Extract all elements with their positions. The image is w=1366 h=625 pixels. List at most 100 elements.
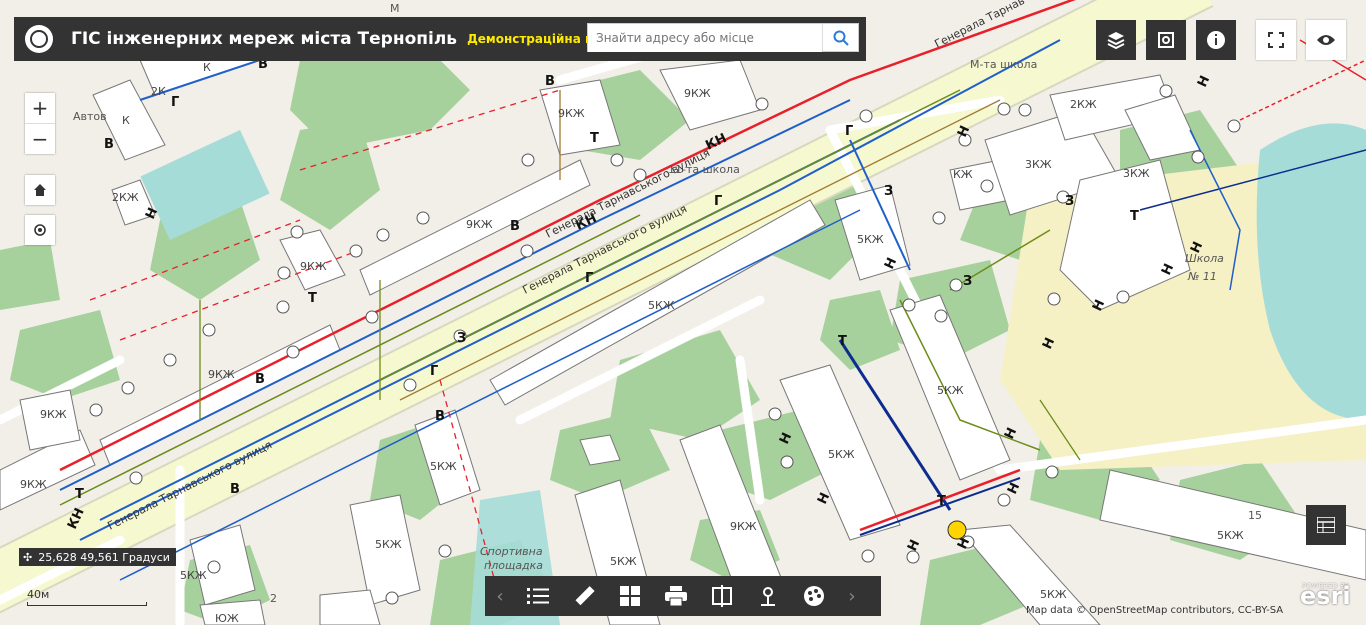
visibility-button[interactable] [1306,20,1346,60]
svg-text:5КЖ: 5КЖ [857,233,884,246]
svg-text:М-та школа: М-та школа [970,58,1037,71]
code-label: Г [845,124,853,139]
svg-text:5КЖ: 5КЖ [1040,588,1067,601]
code-label: Т [75,487,84,502]
app-title: ГІС інженерних мереж міста Тернопіль [71,29,458,49]
table-icon [1317,517,1335,533]
basemap-gallery-button[interactable] [607,576,653,616]
svg-text:9КЖ: 9КЖ [730,520,757,533]
svg-text:5КЖ: 5КЖ [430,460,457,473]
svg-text:К: К [203,61,211,74]
layers-button[interactable] [1096,20,1136,60]
swipe-icon [712,585,732,607]
layers-icon [1107,32,1125,50]
home-button[interactable] [25,175,55,205]
svg-text:9КЖ: 9КЖ [20,478,47,491]
zoom-in-button[interactable]: + [25,93,55,123]
svg-text:2КЖ: 2КЖ [1070,98,1097,111]
svg-text:5КЖ: 5КЖ [180,569,207,582]
svg-text:2КЖ: 2КЖ [112,191,139,204]
app-header: ГІС інженерних мереж міста Тернопіль Дем… [14,17,866,61]
print-button[interactable] [653,576,699,616]
map-canvas[interactable]: Н Г Т В КН З Г Г КН Н Н Н Н Н Н Н Т Т Т … [0,0,1366,625]
svg-text:М: М [390,2,400,15]
swipe-button[interactable] [699,576,745,616]
locate-icon [761,587,775,606]
svg-text:2К: 2К [151,85,166,98]
svg-text:3КЖ: 3КЖ [1025,158,1052,171]
svg-text:5КЖ: 5КЖ [1217,529,1244,542]
basemap-button[interactable] [1146,20,1186,60]
zoom-control: + − [25,93,55,154]
eye-icon [1317,35,1335,45]
list-icon [527,588,549,604]
info-icon [1207,31,1225,49]
toolbar-prev-button[interactable]: ‹ [485,576,515,616]
svg-text:9КЖ: 9КЖ [40,408,67,421]
coordinates-text: 25,628 49,561 Градуси [38,550,170,564]
svg-text:Школа: Школа [1185,252,1224,265]
print-icon [665,586,687,606]
svg-text:9КЖ: 9КЖ [208,368,235,381]
measure-button[interactable] [561,576,607,616]
svg-text:№ 11: № 11 [1187,270,1217,283]
code-label: Г [171,95,179,110]
basemap-icon [1158,32,1174,48]
scale-label: 40м [27,588,50,601]
svg-text:площадка: площадка [484,559,543,572]
list-button[interactable] [515,576,561,616]
fullscreen-icon [1268,32,1284,48]
svg-text:15: 15 [1248,509,1262,522]
locate-button[interactable] [25,215,55,245]
svg-text:Автов: Автов [73,110,107,123]
svg-text:5КЖ: 5КЖ [828,448,855,461]
next-arrow-icon: › [848,585,856,607]
svg-text:ЮЖ: ЮЖ [215,612,239,625]
code-label: Т [838,334,847,349]
svg-text:11-та школа: 11-та школа [668,163,740,176]
esri-logo[interactable]: esri [1300,582,1351,610]
svg-text:9КЖ: 9КЖ [300,260,327,273]
city-logo-icon [25,25,53,53]
code-label: Т [590,131,599,146]
code-label: Г [430,364,438,379]
legend-button[interactable] [1306,505,1346,545]
search-icon [833,30,849,46]
toolbar-next-button[interactable]: › [837,576,867,616]
svg-text:9КЖ: 9КЖ [466,218,493,231]
code-label: З [1065,194,1074,209]
ruler-icon [575,586,595,606]
locate-tool-button[interactable] [745,576,791,616]
code-label: Т [937,494,946,509]
svg-text:5КЖ: 5КЖ [375,538,402,551]
info-button[interactable] [1196,20,1236,60]
svg-text:К: К [122,114,130,127]
svg-text:5КЖ: 5КЖ [648,299,675,312]
code-label: З [884,184,893,199]
search-button[interactable] [822,24,858,51]
code-label: З [963,274,972,289]
svg-text:9КЖ: 9КЖ [684,87,711,100]
code-label: Г [585,271,593,286]
code-label: В [230,482,240,497]
svg-text:Спортивна: Спортивна [480,545,543,558]
search-box [587,23,859,52]
map-attribution: Map data © OpenStreetMap contributors, C… [1026,605,1284,616]
svg-text:КЖ: КЖ [953,168,973,181]
code-label: З [457,331,466,346]
svg-text:5КЖ: 5КЖ [937,384,964,397]
code-label: В [104,137,114,152]
prev-arrow-icon: ‹ [496,585,504,607]
bus-stop-icon[interactable] [947,520,967,540]
search-input[interactable] [588,23,823,52]
svg-text:9КЖ: 9КЖ [558,107,585,120]
code-label: В [510,219,520,234]
code-label: В [435,409,445,424]
fullscreen-button[interactable] [1256,20,1296,60]
svg-text:5КЖ: 5КЖ [610,555,637,568]
scale-bar [27,602,147,606]
code-label: Т [1130,209,1139,224]
grid-icon [620,586,640,606]
zoom-out-button[interactable]: − [25,124,55,154]
style-button[interactable] [791,576,837,616]
